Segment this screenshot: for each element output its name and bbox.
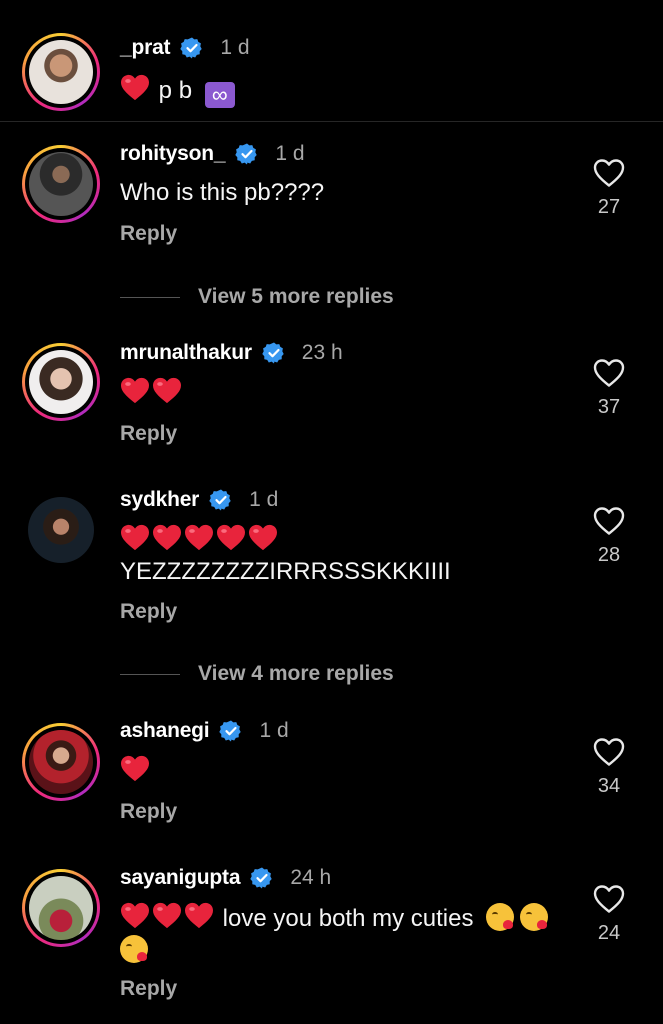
red-heart-icon bbox=[120, 902, 150, 930]
username[interactable]: mrunalthakur bbox=[120, 341, 252, 365]
avatar[interactable] bbox=[22, 491, 100, 569]
verified-badge-icon bbox=[180, 36, 204, 60]
username[interactable]: _prat bbox=[120, 36, 171, 60]
red-heart-icon bbox=[120, 755, 150, 783]
username[interactable]: ashanegi bbox=[120, 719, 210, 743]
username[interactable]: sayanigupta bbox=[120, 866, 241, 890]
avatar[interactable] bbox=[22, 343, 100, 421]
username[interactable]: sydkher bbox=[120, 488, 199, 512]
red-heart-icon bbox=[152, 902, 182, 930]
red-heart-icon bbox=[248, 524, 278, 552]
view-more-replies[interactable]: View 4 more replies bbox=[120, 662, 394, 686]
comment-text: YEZZZZZZZZIRRRSSSKKKIIII bbox=[120, 558, 451, 585]
red-heart-icon bbox=[216, 524, 246, 552]
divider-line bbox=[120, 673, 180, 675]
like-count: 37 bbox=[597, 396, 621, 418]
like-count: 27 bbox=[597, 196, 621, 218]
like-count: 28 bbox=[597, 544, 621, 566]
reply-button[interactable]: Reply bbox=[120, 422, 177, 446]
like-button[interactable]: 34 bbox=[590, 737, 628, 798]
infinity-icon: ∞ bbox=[204, 82, 235, 108]
like-count: 34 bbox=[597, 775, 621, 797]
like-count: 24 bbox=[597, 922, 621, 944]
timestamp: 1 d bbox=[249, 488, 279, 511]
comment-text: Who is this pb???? bbox=[120, 179, 325, 206]
verified-badge-icon bbox=[219, 719, 243, 743]
caption-text: p b ∞ bbox=[120, 74, 235, 108]
comment-text: love you both my cuties bbox=[120, 902, 570, 967]
kissing-face-icon bbox=[120, 935, 148, 963]
comment-text bbox=[120, 755, 152, 788]
avatar[interactable] bbox=[22, 145, 100, 223]
verified-badge-icon bbox=[235, 142, 259, 166]
reply-button[interactable]: Reply bbox=[120, 222, 177, 246]
like-button[interactable]: 27 bbox=[590, 158, 628, 219]
heart-outline-icon[interactable] bbox=[593, 358, 625, 388]
heart-outline-icon[interactable] bbox=[593, 737, 625, 767]
kissing-face-icon bbox=[486, 903, 515, 931]
heart-outline-icon[interactable] bbox=[593, 158, 625, 188]
like-button[interactable]: 24 bbox=[590, 884, 628, 945]
red-heart-icon bbox=[152, 524, 182, 552]
avatar[interactable] bbox=[22, 869, 100, 947]
comment-text bbox=[120, 377, 184, 410]
red-heart-icon bbox=[120, 524, 150, 552]
avatar[interactable] bbox=[22, 33, 100, 111]
divider bbox=[0, 121, 663, 122]
timestamp: 1 d bbox=[275, 142, 305, 165]
heart-outline-icon[interactable] bbox=[593, 506, 625, 536]
caption: _prat 1 d p b ∞ bbox=[0, 0, 663, 121]
verified-badge-icon bbox=[262, 341, 286, 365]
reply-button[interactable]: Reply bbox=[120, 600, 177, 624]
timestamp: 23 h bbox=[301, 341, 343, 364]
red-heart-icon bbox=[184, 524, 214, 552]
red-heart-icon bbox=[152, 377, 182, 405]
avatar[interactable] bbox=[22, 723, 100, 801]
reply-button[interactable]: Reply bbox=[120, 977, 177, 1001]
verified-badge-icon bbox=[250, 866, 274, 890]
heart-outline-icon[interactable] bbox=[593, 884, 625, 914]
comment-emoji bbox=[120, 524, 280, 557]
timestamp: 1 d bbox=[259, 719, 289, 742]
verified-badge-icon bbox=[209, 488, 233, 512]
red-heart-icon bbox=[120, 74, 150, 102]
red-heart-icon bbox=[184, 902, 214, 930]
timestamp: 24 h bbox=[290, 866, 332, 889]
red-heart-icon bbox=[120, 377, 150, 405]
username[interactable]: rohityson_ bbox=[120, 142, 226, 166]
reply-button[interactable]: Reply bbox=[120, 800, 177, 824]
like-button[interactable]: 37 bbox=[590, 358, 628, 419]
timestamp: 1 d bbox=[220, 36, 250, 59]
like-button[interactable]: 28 bbox=[590, 506, 628, 567]
view-more-replies[interactable]: View 5 more replies bbox=[120, 285, 394, 309]
divider-line bbox=[120, 296, 180, 298]
kissing-face-icon bbox=[520, 903, 549, 931]
